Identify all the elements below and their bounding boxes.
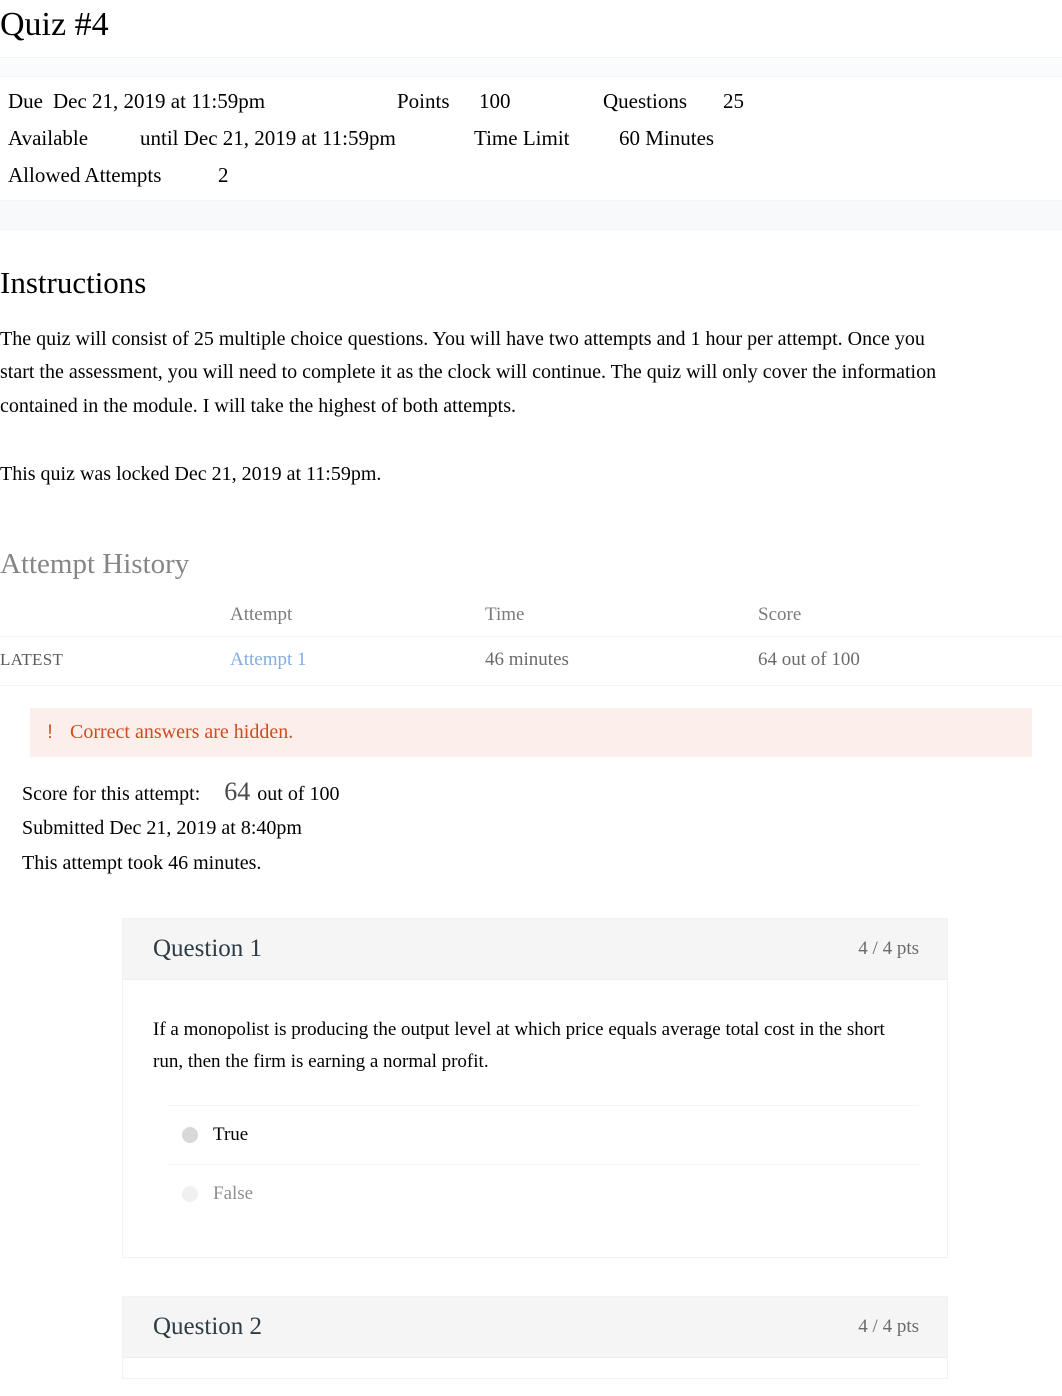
time-limit-value: 60 Minutes: [619, 126, 715, 151]
radio-button-marker[interactable]: [167, 1126, 213, 1143]
answer-list: True False: [167, 1104, 919, 1247]
warning-icon: !: [47, 721, 53, 743]
header-bottom-band: [0, 199, 1062, 229]
available-label: Available: [8, 126, 89, 151]
time-limit-label: Time Limit: [474, 126, 570, 151]
quiz-locked-note: This quiz was locked Dec 21, 2019 at 11:…: [0, 462, 382, 485]
question-header: Question 2 4 / 4 pts: [123, 1296, 947, 1358]
question-name: Question 2: [153, 1312, 263, 1340]
attempt-time-cell: 46 minutes: [485, 636, 758, 686]
attempt-history-heading: Attempt History: [0, 548, 190, 581]
column-header-time: Time: [485, 596, 758, 637]
radio-unselected-icon: [182, 1185, 198, 1202]
attempt-1-link[interactable]: Attempt 1: [230, 649, 307, 670]
question-name: Question 1: [153, 935, 263, 963]
table-row: LATEST Attempt 1 46 minutes 64 out of 10…: [0, 636, 1062, 686]
instructions-body: The quiz will consist of 25 multiple cho…: [0, 323, 940, 491]
attempt-score-cell: 64 out of 100: [758, 636, 1062, 686]
score-value: 64: [224, 777, 251, 806]
attempt-table-header-row: Attempt Time Score: [0, 596, 1062, 637]
radio-selected-icon: [182, 1126, 198, 1143]
question-points: 4 / 4 pts: [858, 1315, 919, 1337]
question-points: 4 / 4 pts: [858, 938, 919, 960]
allowed-attempts-label: Allowed Attempts: [8, 162, 162, 187]
instructions-heading: Instructions: [0, 264, 147, 300]
quiz-meta-header: Due Dec 21, 2019 at 11:59pm Points 100 Q…: [0, 57, 1062, 230]
points-value: 100: [479, 89, 511, 114]
instructions-paragraph: The quiz will consist of 25 multiple cho…: [0, 327, 937, 418]
attempt-summary: Score for this attempt: 64 out of 100 Su…: [22, 777, 1062, 880]
answer-option-false[interactable]: False: [167, 1165, 919, 1223]
submitted-timestamp: Submitted Dec 21, 2019 at 8:40pm: [22, 817, 302, 840]
answer-label: True: [213, 1123, 249, 1145]
questions-label: Questions: [603, 89, 687, 114]
column-header-kept: [0, 596, 230, 637]
available-value: until Dec 21, 2019 at 11:59pm: [140, 126, 396, 151]
page-title: Quiz #4: [0, 6, 109, 43]
answer-option-true[interactable]: True: [167, 1106, 919, 1165]
quiz-meta-row-3: Allowed Attempts 2: [0, 157, 1062, 194]
answer-label: False: [213, 1182, 254, 1204]
question-card: Question 2 4 / 4 pts: [122, 1295, 948, 1379]
due-label: Due: [8, 89, 43, 114]
attempt-kept-cell: LATEST: [0, 636, 230, 686]
score-out-of: out of 100: [257, 783, 340, 805]
points-label: Points: [397, 89, 450, 114]
due-value: Dec 21, 2019 at 11:59pm: [53, 89, 266, 114]
column-header-attempt: Attempt: [230, 596, 485, 637]
score-for-attempt-line: Score for this attempt: 64 out of 100: [22, 777, 1062, 811]
quiz-meta-rows: Due Dec 21, 2019 at 11:59pm Points 100 Q…: [0, 77, 1062, 199]
attempt-link-cell: Attempt 1: [230, 636, 485, 686]
question-body: If a monopolist is producing the output …: [123, 980, 947, 1257]
question-text: If a monopolist is producing the output …: [153, 1019, 885, 1072]
answers-hidden-message: Correct answers are hidden.: [70, 721, 294, 743]
column-header-score: Score: [758, 596, 1062, 637]
answers-hidden-banner: ! Correct answers are hidden.: [30, 708, 1032, 757]
latest-badge: LATEST: [0, 650, 64, 669]
questions-value: 25: [723, 89, 744, 114]
question-header: Question 1 4 / 4 pts: [123, 919, 947, 981]
attempt-duration: This attempt took 46 minutes.: [22, 851, 262, 874]
quiz-meta-row-2: Available until Dec 21, 2019 at 11:59pm …: [0, 120, 1062, 157]
attempt-history-table: Attempt Time Score LATEST Attempt 1 46 m…: [0, 596, 1062, 686]
radio-button-marker[interactable]: [167, 1185, 213, 1202]
header-top-band: [0, 58, 1062, 78]
quiz-meta-row-1: Due Dec 21, 2019 at 11:59pm Points 100 Q…: [0, 83, 1062, 120]
allowed-attempts-value: 2: [218, 162, 229, 187]
question-card: Question 1 4 / 4 pts If a monopolist is …: [122, 918, 948, 1258]
score-label: Score for this attempt:: [22, 783, 201, 805]
